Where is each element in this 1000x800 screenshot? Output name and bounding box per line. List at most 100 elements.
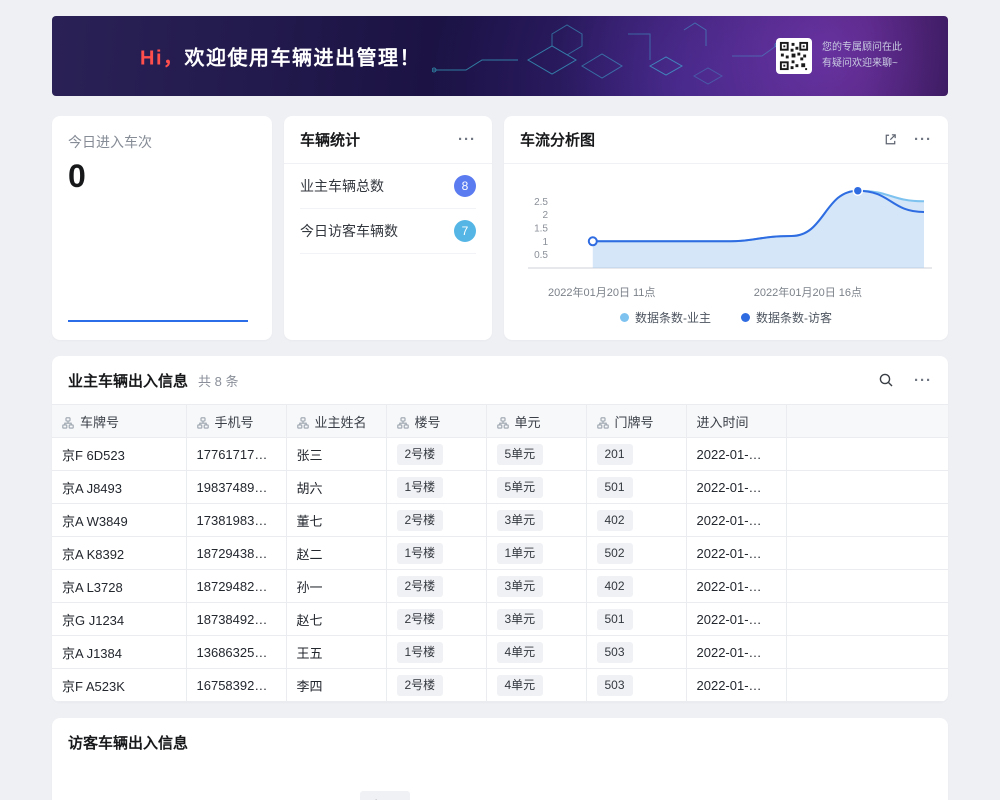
column-header[interactable]: 手机号 — [186, 405, 286, 438]
table-cell: 501 — [586, 603, 686, 636]
today-entries-title: 今日进入车次 — [68, 132, 256, 152]
table-cell: 2022-01-… — [686, 669, 786, 702]
table-cell-filler — [786, 471, 948, 504]
table-row[interactable]: 京A J849319837489…胡六1号楼5单元5012022-01-… — [52, 471, 948, 504]
tag-pill: 4单元 — [497, 642, 544, 663]
column-header[interactable]: 业主姓名 — [286, 405, 386, 438]
visitor-partial-tag[interactable]: 截屏 — [360, 791, 410, 800]
table-cell: 京G J1234 — [52, 603, 186, 636]
table-cell: 17381983… — [186, 504, 286, 537]
tag-pill: 1号楼 — [397, 543, 444, 564]
table-cell: 李四 — [286, 669, 386, 702]
top-cards-row: 今日进入车次 0 车辆统计 ··· 业主车辆总数8今日访客车辆数7 车流分析图 … — [52, 116, 948, 340]
chart-legend: 数据条数-业主 数据条数-访客 — [520, 309, 932, 326]
table-cell: 19837489… — [186, 471, 286, 504]
more-icon[interactable]: ··· — [914, 373, 932, 388]
svg-text:2.5: 2.5 — [534, 197, 548, 208]
qr-caption-line2: 有疑问欢迎来聊~ — [822, 56, 902, 72]
table-cell: 董七 — [286, 504, 386, 537]
legend-item[interactable]: 数据条数-业主 — [620, 309, 711, 326]
table-cell: 201 — [586, 438, 686, 471]
column-header[interactable]: 门牌号 — [586, 405, 686, 438]
table-cell: 17761717… — [186, 438, 286, 471]
tag-pill: 3单元 — [497, 609, 544, 630]
stat-row: 今日访客车辆数7 — [300, 209, 476, 254]
tag-pill: 3单元 — [497, 576, 544, 597]
table-cell: 2号楼 — [386, 669, 486, 702]
flow-analysis-title: 车流分析图 — [520, 129, 595, 150]
tag-pill: 1单元 — [497, 543, 544, 564]
vehicle-stats-list: 业主车辆总数 8 今日访客车辆数7 — [284, 164, 492, 254]
tag-pill: 503 — [597, 642, 633, 663]
column-header[interactable]: 单元 — [486, 405, 586, 438]
flow-analysis-card: 车流分析图 ··· 0.511.522.5 2022年01月20日 11点 20… — [504, 116, 948, 340]
legend-label: 数据条数-访客 — [756, 309, 832, 326]
banner-greeting: Hi，欢迎使用车辆进出管理！ — [140, 42, 421, 71]
table-row[interactable]: 京A K839218729438…赵二1号楼1单元5022022-01-… — [52, 537, 948, 570]
table-cell: 孙一 — [286, 570, 386, 603]
advisor-qr-block: 您的专属顾问在此 有疑问欢迎来聊~ — [776, 38, 902, 74]
table-cell: 京A L3728 — [52, 570, 186, 603]
column-label: 车牌号 — [80, 415, 119, 430]
x-axis-label-start: 2022年01月20日 11点 — [548, 284, 655, 300]
table-row[interactable]: 京A L372818729482…孙一2号楼3单元4022022-01-… — [52, 570, 948, 603]
stat-count-badge: 8 — [454, 175, 476, 197]
table-cell: 张三 — [286, 438, 386, 471]
table-row[interactable]: 京A J138413686325…王五1号楼 4单元 503 2022-01-… — [52, 636, 948, 669]
table-cell: 5单元 — [486, 438, 586, 471]
table-cell: 2号楼 — [386, 570, 486, 603]
table-header-row: 车牌号 手机号 业主姓名 楼号 单元门牌号进入时间 — [52, 405, 948, 438]
svg-text:1: 1 — [542, 237, 548, 248]
tag-pill: 1号楼 — [397, 477, 444, 498]
table-cell: 2022-01-… — [686, 636, 786, 669]
table-row[interactable]: 京F 6D52317761717…张三2号楼5单元2012022-01-… — [52, 438, 948, 471]
table-cell: 王五 — [286, 636, 386, 669]
column-header[interactable]: 车牌号 — [52, 405, 186, 438]
table-cell: 京A J1384 — [52, 636, 186, 669]
table-cell: 13686325… — [186, 636, 286, 669]
stat-label: 业主车辆总数 — [300, 176, 384, 196]
table-cell: 京A J8493 — [52, 471, 186, 504]
stat-row: 业主车辆总数 8 — [300, 164, 476, 209]
visitor-table-title: 访客车辆出入信息 — [68, 732, 932, 753]
tag-pill: 402 — [597, 576, 633, 597]
column-header-filler — [786, 405, 948, 438]
column-label: 楼号 — [415, 415, 441, 430]
owner-table-card: 业主车辆出入信息 共 8 条 ··· 车牌号手机号业主姓名楼号单元门牌号进入时间… — [52, 356, 948, 702]
table-row[interactable]: 京G J123418738492…赵七2号楼3单元5012022-01-… — [52, 603, 948, 636]
column-label: 手机号 — [215, 415, 254, 430]
table-cell: 赵二 — [286, 537, 386, 570]
table-cell: 503 — [586, 636, 686, 669]
more-icon[interactable]: ··· — [914, 132, 932, 147]
table-cell: 京A W3849 — [52, 504, 186, 537]
legend-item[interactable]: 数据条数-访客 — [741, 309, 832, 326]
table-cell: 1单元 — [486, 537, 586, 570]
table-row[interactable]: 京A W384917381983…董七2号楼3单元4022022-01-… — [52, 504, 948, 537]
qr-caption: 您的专属顾问在此 有疑问欢迎来聊~ — [822, 40, 902, 72]
table-cell: 18729438… — [186, 537, 286, 570]
table-cell: 1号楼 — [386, 636, 486, 669]
tag-pill: 201 — [597, 444, 633, 465]
table-row[interactable]: 京F A523K16758392…李四2号楼4单元5032022-01-… — [52, 669, 948, 702]
flow-analysis-header: 车流分析图 ··· — [504, 116, 948, 164]
vehicle-stats-title: 车辆统计 — [300, 129, 360, 150]
table-cell-filler — [786, 438, 948, 471]
field-type-icon — [297, 417, 309, 429]
table-cell: 2号楼 — [386, 603, 486, 636]
search-icon[interactable] — [878, 372, 894, 388]
more-icon[interactable]: ··· — [458, 132, 476, 147]
column-label: 进入时间 — [697, 415, 749, 430]
column-header[interactable]: 进入时间 — [686, 405, 786, 438]
tag-pill: 501 — [597, 609, 633, 630]
tag-pill: 502 — [597, 543, 633, 564]
tag-pill: 402 — [597, 510, 633, 531]
column-header[interactable]: 楼号 — [386, 405, 486, 438]
export-icon[interactable] — [883, 132, 898, 147]
tag-pill: 2号楼 — [397, 444, 444, 465]
today-chart-axis-line — [68, 320, 248, 322]
legend-label: 数据条数-业主 — [635, 309, 711, 326]
tag-pill: 2号楼 — [397, 609, 444, 630]
tag-pill: 2号楼 — [397, 510, 444, 531]
table-cell: 2号楼 — [386, 504, 486, 537]
tag-pill: 4单元 — [497, 675, 544, 696]
